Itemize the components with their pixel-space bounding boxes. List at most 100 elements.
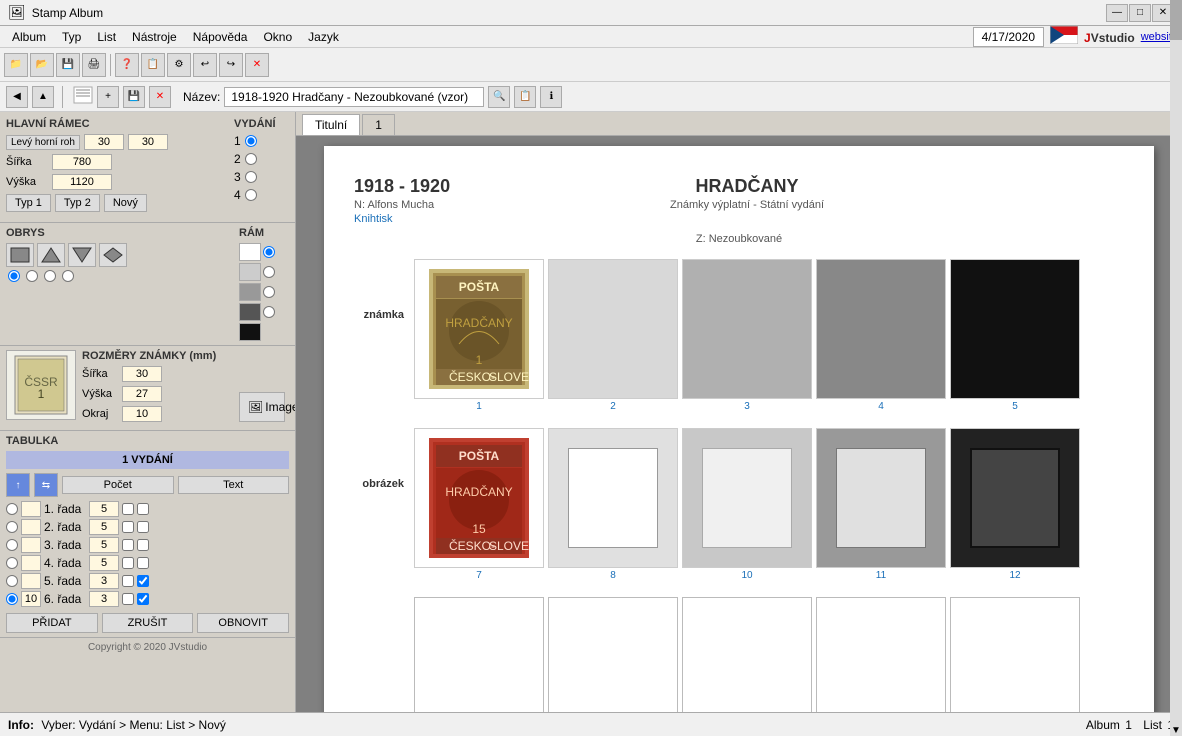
nav-up-btn[interactable]: ▲ bbox=[32, 86, 54, 108]
trow-check2-4[interactable] bbox=[137, 557, 149, 569]
tb-redo-btn[interactable]: ↪ bbox=[219, 53, 243, 77]
list-info-btn[interactable]: ℹ bbox=[540, 86, 562, 108]
menu-typ[interactable]: Typ bbox=[54, 28, 89, 46]
vydani-radio-1[interactable] bbox=[245, 135, 257, 147]
trow-input1-6[interactable] bbox=[21, 591, 41, 607]
pocet-btn[interactable]: Počet bbox=[62, 476, 174, 494]
ram-radio-lgray[interactable] bbox=[263, 266, 275, 278]
levy-horni-roh-btn[interactable]: Levý horní roh bbox=[6, 135, 80, 150]
tab-titulni[interactable]: Titulní bbox=[302, 114, 360, 135]
trow-radio-5[interactable] bbox=[6, 575, 18, 587]
tabulka-swap-btn[interactable]: ⇆ bbox=[34, 473, 58, 497]
tb-save-btn[interactable]: 💾 bbox=[56, 53, 80, 77]
novy-btn[interactable]: Nový bbox=[104, 194, 147, 212]
tb-settings-btn[interactable]: ⚙ bbox=[167, 53, 191, 77]
trow-num-1[interactable] bbox=[89, 501, 119, 517]
zrusit-btn[interactable]: ZRUŠIT bbox=[102, 613, 194, 633]
ram-color-dgray[interactable] bbox=[239, 303, 261, 321]
shape-triangle-btn[interactable] bbox=[37, 243, 65, 267]
list-name-input[interactable] bbox=[224, 87, 484, 107]
trow-input1-5[interactable] bbox=[21, 573, 41, 589]
ram-color-white[interactable] bbox=[239, 243, 261, 261]
trow-check1-6[interactable] bbox=[122, 593, 134, 605]
trow-num-3[interactable] bbox=[89, 537, 119, 553]
trow-input1-4[interactable] bbox=[21, 555, 41, 571]
minimize-button[interactable]: — bbox=[1106, 4, 1128, 22]
lhr-y-input[interactable] bbox=[128, 134, 168, 150]
text-btn[interactable]: Text bbox=[178, 476, 290, 494]
vyska-input[interactable] bbox=[52, 174, 112, 190]
trow-num-2[interactable] bbox=[89, 519, 119, 535]
trow-num-4[interactable] bbox=[89, 555, 119, 571]
trow-check1-5[interactable] bbox=[122, 575, 134, 587]
trow-check1-1[interactable] bbox=[122, 503, 134, 515]
shape-diamond-btn[interactable] bbox=[99, 243, 127, 267]
trow-input1-2[interactable] bbox=[21, 519, 41, 535]
trow-num-6[interactable] bbox=[89, 591, 119, 607]
obrys-radio-2[interactable] bbox=[26, 270, 38, 282]
obrys-radio-4[interactable] bbox=[62, 270, 74, 282]
list-add-btn[interactable]: + bbox=[97, 86, 119, 108]
scrollbar-track[interactable]: ▼ bbox=[1170, 136, 1182, 712]
ram-radio-mgray[interactable] bbox=[263, 286, 275, 298]
trow-input1-1[interactable] bbox=[21, 501, 41, 517]
shape-triangle-down-btn[interactable] bbox=[68, 243, 96, 267]
obrys-radio-3[interactable] bbox=[44, 270, 56, 282]
tb-help-btn[interactable]: ❓ bbox=[115, 53, 139, 77]
lhr-x-input[interactable] bbox=[84, 134, 124, 150]
search-btn[interactable]: 🔍 bbox=[488, 86, 510, 108]
tb-print-btn[interactable]: 🖨 bbox=[82, 53, 106, 77]
maximize-button[interactable]: □ bbox=[1129, 4, 1151, 22]
typ1-btn[interactable]: Typ 1 bbox=[6, 194, 51, 212]
trow-radio-2[interactable] bbox=[6, 521, 18, 533]
typ2-btn[interactable]: Typ 2 bbox=[55, 194, 100, 212]
image-btn[interactable]: 🖼Image bbox=[239, 392, 285, 422]
trow-check2-1[interactable] bbox=[137, 503, 149, 515]
menu-jazyk[interactable]: Jazyk bbox=[300, 28, 347, 46]
ram-radio-dgray[interactable] bbox=[263, 306, 275, 318]
sirka-input[interactable] bbox=[52, 154, 112, 170]
vydani-radio-4[interactable] bbox=[245, 189, 257, 201]
list-save-btn[interactable]: 💾 bbox=[123, 86, 145, 108]
menu-okno[interactable]: Okno bbox=[255, 28, 300, 46]
menu-nastroje[interactable]: Nástroje bbox=[124, 28, 185, 46]
tb-view-btn[interactable]: 📋 bbox=[141, 53, 165, 77]
list-delete-btn[interactable]: ✕ bbox=[149, 86, 171, 108]
tb-undo-btn[interactable]: ↩ bbox=[193, 53, 217, 77]
trow-check2-5[interactable] bbox=[137, 575, 149, 587]
trow-check2-6[interactable] bbox=[137, 593, 149, 605]
shape-rect-btn[interactable] bbox=[6, 243, 34, 267]
ram-radio-white[interactable] bbox=[263, 246, 275, 258]
album-area[interactable]: 1918 - 1920 N: Alfons Mucha Knihtisk HRA… bbox=[296, 136, 1182, 712]
trow-radio-4[interactable] bbox=[6, 557, 18, 569]
obnovit-btn[interactable]: OBNOVIT bbox=[197, 613, 289, 633]
rozm-okraj-input[interactable] bbox=[122, 406, 162, 422]
trow-radio-3[interactable] bbox=[6, 539, 18, 551]
ram-color-lgray[interactable] bbox=[239, 263, 261, 281]
vydani-radio-3[interactable] bbox=[245, 171, 257, 183]
pridat-btn[interactable]: PŘIDAT bbox=[6, 613, 98, 633]
list-opt-btn[interactable]: 📋 bbox=[514, 86, 536, 108]
trow-input1-3[interactable] bbox=[21, 537, 41, 553]
menu-album[interactable]: Album bbox=[4, 28, 54, 46]
nav-prev-btn[interactable]: ◀ bbox=[6, 86, 28, 108]
vydani-radio-2[interactable] bbox=[245, 153, 257, 165]
trow-check1-3[interactable] bbox=[122, 539, 134, 551]
tab-1[interactable]: 1 bbox=[362, 114, 395, 135]
trow-check1-4[interactable] bbox=[122, 557, 134, 569]
menu-list[interactable]: List bbox=[89, 28, 124, 46]
ram-color-mgray[interactable] bbox=[239, 283, 261, 301]
obrys-radio-1[interactable] bbox=[8, 270, 20, 282]
rozm-vyska-input[interactable] bbox=[122, 386, 162, 402]
trow-check1-2[interactable] bbox=[122, 521, 134, 533]
tb-delete-btn[interactable]: ✕ bbox=[245, 53, 269, 77]
menu-napoveda[interactable]: Nápověda bbox=[185, 28, 256, 46]
tabulka-up-btn[interactable]: ↑ bbox=[6, 473, 30, 497]
trow-radio-1[interactable] bbox=[6, 503, 18, 515]
trow-radio-6[interactable] bbox=[6, 593, 18, 605]
tb-new-btn[interactable]: 📁 bbox=[4, 53, 28, 77]
trow-check2-2[interactable] bbox=[137, 521, 149, 533]
trow-num-5[interactable] bbox=[89, 573, 119, 589]
tb-open-btn[interactable]: 📂 bbox=[30, 53, 54, 77]
trow-check2-3[interactable] bbox=[137, 539, 149, 551]
